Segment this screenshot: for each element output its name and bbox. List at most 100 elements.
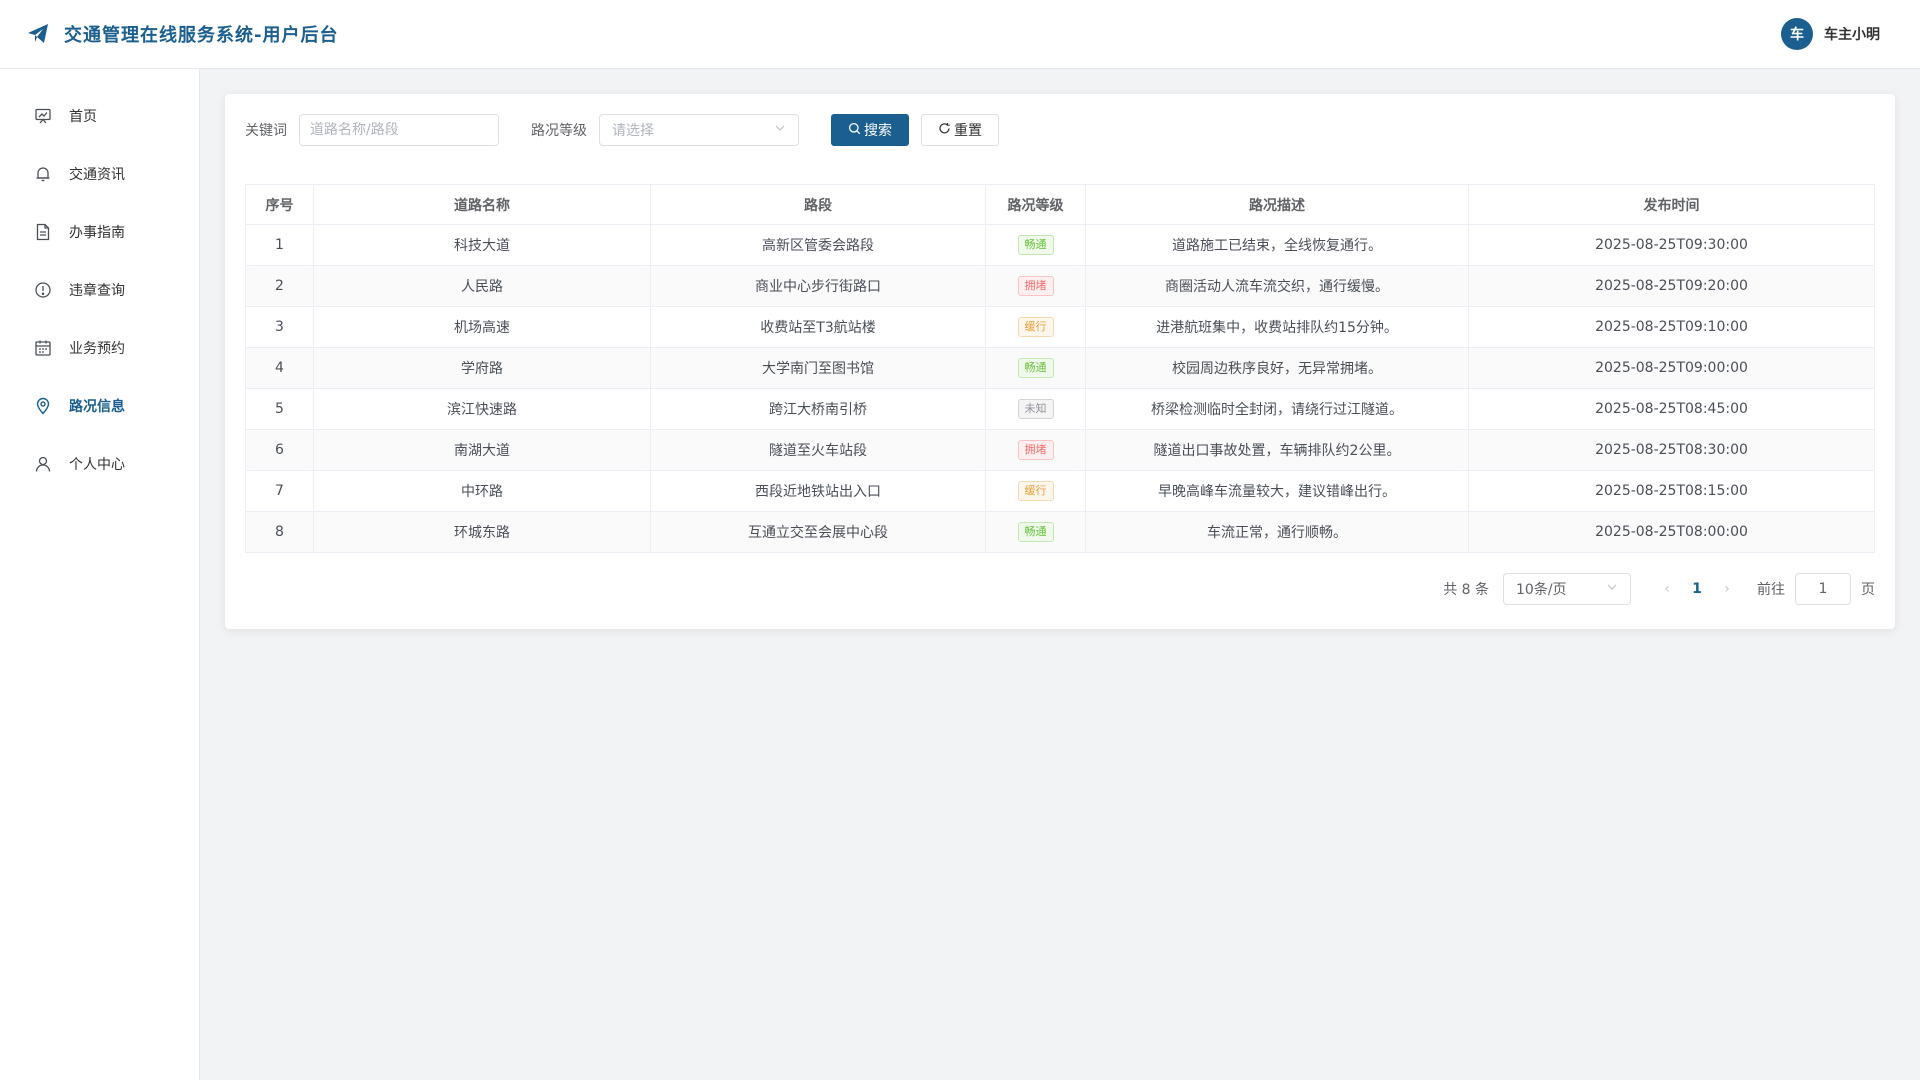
cell-road-name: 学府路 [313, 347, 651, 389]
cell-publish-time: 2025-08-25T09:20:00 [1468, 265, 1875, 307]
level-select-placeholder: 请选择 [612, 123, 654, 139]
bell-icon [34, 165, 52, 183]
sidebar-item-appointment[interactable]: 业务预约 [0, 319, 199, 377]
user-name[interactable]: 车主小明 [1824, 24, 1880, 44]
page-number-current[interactable]: 1 [1681, 581, 1713, 597]
filter-bar: 关键词 路况等级 请选择 搜索 重置 [245, 114, 1875, 146]
calendar-icon [34, 339, 52, 357]
cell-level: 缓行 [985, 470, 1086, 512]
page-size-value: 10条/页 [1516, 582, 1567, 598]
level-select[interactable]: 请选择 [599, 114, 799, 146]
document-icon [34, 223, 52, 241]
cell-level: 拥堵 [985, 429, 1086, 471]
table-row: 5 滨江快速路 跨江大桥南引桥 未知 桥梁检测临时全封闭，请绕行过江隧道。 2025-08… [245, 388, 1875, 430]
reset-button-label: 重置 [954, 123, 982, 139]
page-size-select[interactable]: 10条/页 [1503, 573, 1631, 605]
cell-level: 未知 [985, 388, 1086, 430]
column-header: 发布时间 [1468, 184, 1875, 225]
keyword-input[interactable] [299, 114, 499, 146]
warning-icon [34, 281, 52, 299]
table-body: 1 科技大道 高新区管委会路段 畅通 道路施工已结束，全线恢复通行。 2025-08-25… [245, 224, 1875, 553]
table-row: 6 南湖大道 隧道至火车站段 拥堵 隧道出口事故处置，车辆排队约2公里。 2025-08-… [245, 429, 1875, 471]
cell-description: 隧道出口事故处置，车辆排队约2公里。 [1085, 429, 1469, 471]
cell-row-number: 6 [245, 429, 314, 471]
cell-publish-time: 2025-08-25T09:30:00 [1468, 224, 1875, 266]
search-button[interactable]: 搜索 [831, 114, 909, 146]
chevron-down-icon [774, 122, 786, 138]
table-row: 3 机场高速 收费站至T3航站楼 缓行 进港航班集中，收费站排队约15分钟。 2025-0… [245, 306, 1875, 348]
cell-road-section: 大学南门至图书馆 [650, 347, 986, 389]
level-tag: 拥堵 [1017, 440, 1054, 460]
cell-description: 商圈活动人流车流交织，通行缓慢。 [1085, 265, 1469, 307]
next-page-icon[interactable]: › [1713, 581, 1741, 597]
cell-road-name: 南湖大道 [313, 429, 651, 471]
cell-description: 道路施工已结束，全线恢复通行。 [1085, 224, 1469, 266]
cell-row-number: 8 [245, 511, 314, 553]
level-tag: 缓行 [1017, 481, 1054, 501]
cell-row-number: 7 [245, 470, 314, 512]
sidebar-item-traffic-news[interactable]: 交通资讯 [0, 145, 199, 203]
column-header: 路况描述 [1085, 184, 1469, 225]
cell-road-name: 中环路 [313, 470, 651, 512]
chevron-down-icon [1606, 581, 1618, 597]
sidebar-item-profile[interactable]: 个人中心 [0, 435, 199, 493]
sidebar-item-road-info[interactable]: 路况信息 [0, 377, 199, 435]
sidebar-item-violation[interactable]: 违章查询 [0, 261, 199, 319]
cell-road-section: 互通立交至会展中心段 [650, 511, 986, 553]
cell-road-section: 高新区管委会路段 [650, 224, 986, 266]
prev-page-icon[interactable]: ‹ [1653, 581, 1681, 597]
cell-road-name: 环城东路 [313, 511, 651, 553]
user-icon [34, 455, 52, 473]
keyword-label: 关键词 [245, 123, 287, 139]
cell-road-section: 收费站至T3航站楼 [650, 306, 986, 348]
cell-road-name: 人民路 [313, 265, 651, 307]
level-tag: 畅通 [1017, 358, 1054, 378]
cell-row-number: 4 [245, 347, 314, 389]
pagination: 共 8 条 10条/页 ‹ 1 › 前往 页 [245, 573, 1875, 605]
road-info-card: 关键词 路况等级 请选择 搜索 重置 序号 [225, 94, 1895, 629]
level-tag: 畅通 [1017, 522, 1054, 542]
main-content: 关键词 路况等级 请选择 搜索 重置 序号 [225, 94, 1895, 629]
cell-level: 畅通 [985, 347, 1086, 389]
cell-description: 进港航班集中，收费站排队约15分钟。 [1085, 306, 1469, 348]
cell-description: 桥梁检测临时全封闭，请绕行过江隧道。 [1085, 388, 1469, 430]
road-info-table: 序号 道路名称 路段 路况等级 路况描述 发布时间 1 科技大道 高新区管委会路段畅… [245, 184, 1875, 553]
avatar[interactable]: 车 [1781, 18, 1813, 50]
sidebar-item-label: 首页 [69, 109, 97, 125]
sidebar-item-home[interactable]: 首页 [0, 87, 199, 145]
cell-level: 拥堵 [985, 265, 1086, 307]
cell-description: 校园周边秩序良好，无异常拥堵。 [1085, 347, 1469, 389]
cell-road-section: 商业中心步行街路口 [650, 265, 986, 307]
dashboard-icon [34, 107, 52, 125]
cell-row-number: 3 [245, 306, 314, 348]
table-row: 1 科技大道 高新区管委会路段 畅通 道路施工已结束，全线恢复通行。 2025-08-25… [245, 224, 1875, 266]
cell-publish-time: 2025-08-25T09:00:00 [1468, 347, 1875, 389]
level-label: 路况等级 [531, 123, 587, 139]
sidebar-item-label: 业务预约 [69, 341, 125, 357]
user-menu[interactable]: 车 车主小明 [1781, 18, 1880, 50]
column-header: 路段 [650, 184, 986, 225]
goto-prefix: 前往 [1757, 582, 1785, 598]
location-icon [34, 397, 52, 415]
cell-description: 早晚高峰车流量较大，建议错峰出行。 [1085, 470, 1469, 512]
cell-publish-time: 2025-08-25T08:45:00 [1468, 388, 1875, 430]
sidebar-item-label: 交通资讯 [69, 167, 125, 183]
table-header-row: 序号 道路名称 路段 路况等级 路况描述 发布时间 [245, 184, 1875, 225]
refresh-icon [938, 122, 951, 139]
cell-description: 车流正常，通行顺畅。 [1085, 511, 1469, 553]
level-tag: 拥堵 [1017, 276, 1054, 296]
goto-page-input[interactable] [1795, 573, 1851, 605]
cell-publish-time: 2025-08-25T09:10:00 [1468, 306, 1875, 348]
total-count: 共 8 条 [1443, 582, 1489, 598]
cell-road-section: 跨江大桥南引桥 [650, 388, 986, 430]
cell-row-number: 5 [245, 388, 314, 430]
cell-publish-time: 2025-08-25T08:30:00 [1468, 429, 1875, 471]
column-header: 道路名称 [313, 184, 651, 225]
table-row: 8 环城东路 互通立交至会展中心段 畅通 车流正常，通行顺畅。 2025-08-25T08… [245, 511, 1875, 553]
reset-button[interactable]: 重置 [921, 114, 999, 146]
cell-road-section: 隧道至火车站段 [650, 429, 986, 471]
cell-road-name: 科技大道 [313, 224, 651, 266]
sidebar-item-guide[interactable]: 办事指南 [0, 203, 199, 261]
search-button-label: 搜索 [864, 123, 892, 139]
top-header: 交通管理在线服务系统-用户后台 车 车主小明 [0, 0, 1920, 69]
